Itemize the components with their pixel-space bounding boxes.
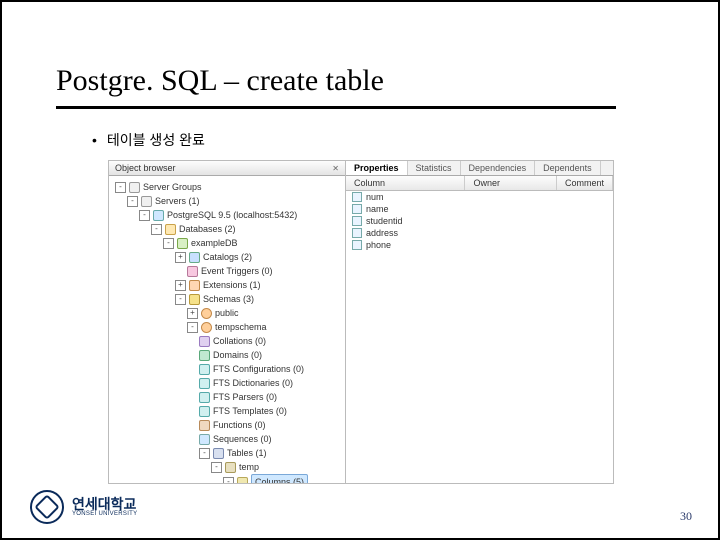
tree-domains[interactable]: Domains (0) bbox=[115, 348, 345, 362]
list-item[interactable]: phone bbox=[346, 239, 613, 251]
title-underline bbox=[56, 106, 616, 109]
yonsei-logo-icon bbox=[30, 490, 64, 524]
schemas-icon bbox=[189, 294, 200, 305]
tree-functions[interactable]: Functions (0) bbox=[115, 418, 345, 432]
tree-fts-dict[interactable]: FTS Dictionaries (0) bbox=[115, 376, 345, 390]
details-tabs: Properties Statistics Dependencies Depen… bbox=[346, 161, 613, 176]
column-icon bbox=[352, 240, 362, 250]
column-icon bbox=[352, 228, 362, 238]
tree-extensions[interactable]: +Extensions (1) bbox=[115, 278, 345, 292]
tree-catalogs[interactable]: +Catalogs (2) bbox=[115, 250, 345, 264]
tables-icon bbox=[213, 448, 224, 459]
tree-columns[interactable]: -Columns (5) bbox=[115, 474, 345, 483]
tab-statistics[interactable]: Statistics bbox=[408, 161, 461, 175]
fts-icon bbox=[199, 378, 210, 389]
tree-sequences[interactable]: Sequences (0) bbox=[115, 432, 345, 446]
column-icon bbox=[352, 192, 362, 202]
university-name: 연세대학교 YONSEI UNIVERSITY bbox=[72, 497, 137, 517]
slide: Postgre. SQL – create table 테이블 생성 완료 Ob… bbox=[0, 0, 720, 540]
tree-exampledb[interactable]: -exampleDB bbox=[115, 236, 345, 250]
tree-servers[interactable]: -Servers (1) bbox=[115, 194, 345, 208]
column-headers: Column Owner Comment bbox=[346, 176, 613, 191]
event-triggers-icon bbox=[187, 266, 198, 277]
tab-properties[interactable]: Properties bbox=[346, 161, 408, 175]
tree-tables[interactable]: -Tables (1) bbox=[115, 446, 345, 460]
extensions-icon bbox=[189, 280, 200, 291]
server-group-icon bbox=[129, 182, 140, 193]
university-name-ko: 연세대학교 bbox=[72, 496, 136, 512]
bullet-text: 테이블 생성 완료 bbox=[92, 130, 205, 150]
details-panel: Properties Statistics Dependencies Depen… bbox=[346, 161, 613, 483]
catalogs-icon bbox=[189, 252, 200, 263]
list-item[interactable]: address bbox=[346, 227, 613, 239]
tree-temp[interactable]: -temp bbox=[115, 460, 345, 474]
list-item[interactable]: studentid bbox=[346, 215, 613, 227]
header-column[interactable]: Column bbox=[346, 176, 465, 190]
header-comment[interactable]: Comment bbox=[557, 176, 613, 190]
rows-list: num name studentid address phone bbox=[346, 191, 613, 251]
collations-icon bbox=[199, 336, 210, 347]
tree-server-groups[interactable]: -Server Groups bbox=[115, 180, 345, 194]
schema-icon bbox=[201, 308, 212, 319]
tree-event-triggers[interactable]: Event Triggers (0) bbox=[115, 264, 345, 278]
tab-dependents[interactable]: Dependents bbox=[535, 161, 601, 175]
object-browser-titlebar: Object browser ✕ bbox=[109, 161, 345, 176]
list-item[interactable]: num bbox=[346, 191, 613, 203]
tab-dependencies[interactable]: Dependencies bbox=[461, 161, 536, 175]
schema-icon bbox=[201, 322, 212, 333]
columns-icon bbox=[237, 477, 248, 484]
table-icon bbox=[225, 462, 236, 473]
tree-collations[interactable]: Collations (0) bbox=[115, 334, 345, 348]
tree-schemas[interactable]: -Schemas (3) bbox=[115, 292, 345, 306]
column-icon bbox=[352, 204, 362, 214]
database-icon bbox=[177, 238, 188, 249]
object-browser-title: Object browser bbox=[115, 163, 176, 173]
tree-public[interactable]: +public bbox=[115, 306, 345, 320]
fts-icon bbox=[199, 392, 210, 403]
screenshot-pgadmin: Object browser ✕ -Server Groups -Servers… bbox=[108, 160, 614, 484]
databases-icon bbox=[165, 224, 176, 235]
footer-logo-block: 연세대학교 YONSEI UNIVERSITY bbox=[30, 490, 137, 524]
server-icon bbox=[141, 196, 152, 207]
slide-title: Postgre. SQL – create table bbox=[56, 64, 384, 98]
object-browser-panel: Object browser ✕ -Server Groups -Servers… bbox=[109, 161, 346, 483]
tree-fts-conf[interactable]: FTS Configurations (0) bbox=[115, 362, 345, 376]
tree[interactable]: -Server Groups -Servers (1) -PostgreSQL … bbox=[109, 176, 345, 483]
tree-pg[interactable]: -PostgreSQL 9.5 (localhost:5432) bbox=[115, 208, 345, 222]
tree-fts-templates[interactable]: FTS Templates (0) bbox=[115, 404, 345, 418]
page-number: 30 bbox=[680, 509, 692, 524]
close-icon[interactable]: ✕ bbox=[332, 164, 339, 173]
domains-icon bbox=[199, 350, 210, 361]
tree-tempschema[interactable]: -tempschema bbox=[115, 320, 345, 334]
fts-icon bbox=[199, 364, 210, 375]
tree-fts-parsers[interactable]: FTS Parsers (0) bbox=[115, 390, 345, 404]
header-owner[interactable]: Owner bbox=[465, 176, 557, 190]
sequences-icon bbox=[199, 434, 210, 445]
column-icon bbox=[352, 216, 362, 226]
functions-icon bbox=[199, 420, 210, 431]
tree-databases[interactable]: -Databases (2) bbox=[115, 222, 345, 236]
university-name-en: YONSEI UNIVERSITY bbox=[72, 511, 137, 517]
fts-icon bbox=[199, 406, 210, 417]
postgres-icon bbox=[153, 210, 164, 221]
list-item[interactable]: name bbox=[346, 203, 613, 215]
